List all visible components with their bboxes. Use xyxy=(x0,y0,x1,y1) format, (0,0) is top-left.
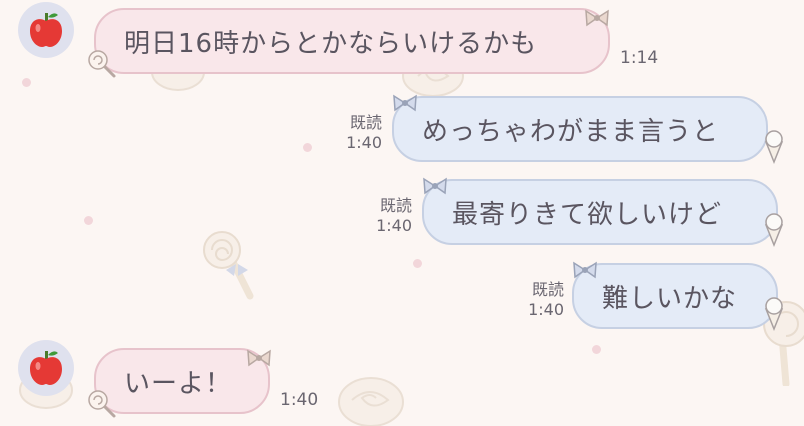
message-time: 1:40 xyxy=(280,390,319,410)
ice-cream-icon xyxy=(764,130,784,164)
outgoing-message-bubble[interactable]: 最寄りきて欲しいけど xyxy=(422,179,778,245)
read-receipt: 既読 1:40 xyxy=(364,196,412,236)
message-time: 1:40 xyxy=(346,133,382,152)
read-receipt: 既読 1:40 xyxy=(334,113,382,153)
read-label: 既読 xyxy=(531,280,564,299)
background-dot xyxy=(22,78,31,87)
incoming-message-bubble[interactable]: いーよ！ xyxy=(94,348,270,414)
lollipop-icon xyxy=(88,390,116,418)
lollipop-decoration-icon xyxy=(203,231,254,300)
apple-icon xyxy=(30,351,62,385)
bow-icon xyxy=(573,261,597,279)
bow-icon xyxy=(585,9,609,27)
background-dot xyxy=(413,259,422,268)
contact-avatar[interactable] xyxy=(18,340,74,396)
message-time: 1:40 xyxy=(376,216,412,235)
message-text: 明日16時からとかならいけるかも xyxy=(124,28,538,59)
message-text: めっちゃわがまま言うと xyxy=(422,116,720,147)
outgoing-message-bubble[interactable]: めっちゃわがまま言うと xyxy=(392,96,768,162)
background-dot xyxy=(592,345,601,354)
message-time: 1:14 xyxy=(620,48,659,68)
ice-cream-icon xyxy=(764,213,784,247)
rose-cookie-icon xyxy=(338,377,404,426)
contact-avatar[interactable] xyxy=(18,2,74,58)
incoming-message-bubble[interactable]: 明日16時からとかならいけるかも xyxy=(94,8,610,74)
bow-icon xyxy=(393,94,417,112)
lollipop-icon xyxy=(88,50,116,78)
apple-icon xyxy=(30,13,62,47)
read-label: 既読 xyxy=(349,113,382,132)
read-label: 既読 xyxy=(379,196,412,215)
bow-icon xyxy=(423,177,447,195)
background-dot xyxy=(84,216,93,225)
background-dot xyxy=(303,143,312,152)
outgoing-message-bubble[interactable]: 難しいかな xyxy=(572,263,778,329)
ice-cream-icon xyxy=(764,297,784,331)
message-text: 最寄りきて欲しいけど xyxy=(452,199,723,230)
message-text: 難しいかな xyxy=(602,283,738,314)
read-receipt: 既読 1:40 xyxy=(516,280,564,320)
message-time: 1:40 xyxy=(528,300,564,319)
bow-icon xyxy=(247,349,271,367)
message-text: いーよ！ xyxy=(124,368,233,399)
